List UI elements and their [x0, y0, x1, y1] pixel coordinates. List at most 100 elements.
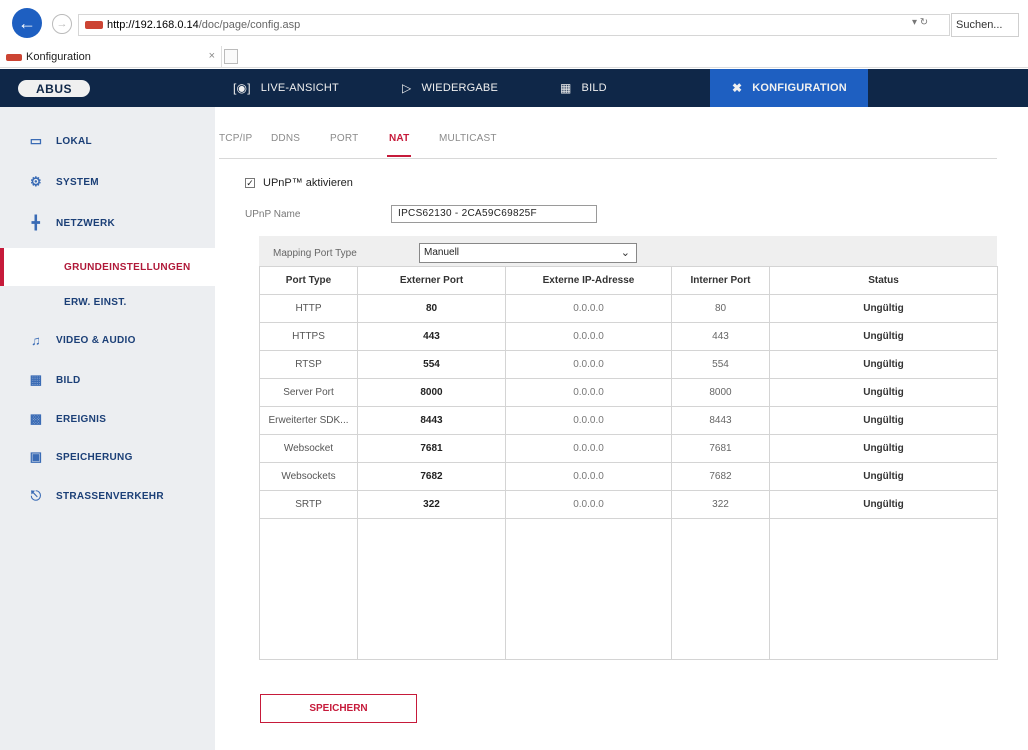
calendar-icon: ▩ [29, 411, 43, 426]
cell-internal-port: 8000 [671, 378, 770, 407]
port-mapping-panel: Mapping Port Type Manuell ⌄ Port Type Ex… [259, 236, 998, 660]
network-icon: ╋ [31, 215, 41, 230]
cell-external-ip: 0.0.0.0 [505, 406, 672, 435]
save-disk-icon: ▣ [29, 449, 43, 464]
cell-internal-port: 443 [671, 322, 770, 351]
empty-cell [505, 518, 672, 660]
monitor-icon: ▭ [29, 133, 43, 148]
table-empty-area [259, 518, 998, 660]
nav-label: KONFIGURATION [752, 82, 847, 94]
sidebar-item-strassenverkehr[interactable]: ⎋ STRAßENVERKEHR [0, 481, 215, 511]
play-icon: ▷ [402, 81, 412, 95]
table-row: Websocket 7681 0.0.0.0 7681 Ungültig [259, 434, 998, 463]
sidebar: ▭ LOKAL ⚙ SYSTEM ╋ NETZWERK GRUNDEINSTEL… [0, 107, 215, 750]
sidebar-item-label: GRUNDEINSTELLUNGEN [64, 261, 191, 273]
mapping-selected-value: Manuell [424, 247, 460, 258]
sidebar-item-label: NETZWERK [56, 217, 116, 229]
cell-port-type: RTSP [259, 350, 358, 379]
cell-external-port[interactable]: 80 [357, 294, 506, 323]
sidebar-item-bild[interactable]: ▦ BILD [0, 365, 215, 395]
cell-status: Ungültig [769, 294, 998, 323]
forward-arrow-icon[interactable]: → [52, 14, 72, 34]
url-field[interactable]: http://192.168.0.14/doc/page/config.asp [78, 14, 950, 36]
table-row: Websockets 7682 0.0.0.0 7682 Ungültig [259, 462, 998, 491]
table-row: HTTP 80 0.0.0.0 80 Ungültig [259, 294, 998, 323]
new-tab-icon[interactable] [224, 49, 238, 64]
cell-external-port[interactable]: 8443 [357, 406, 506, 435]
sidebar-item-system[interactable]: ⚙ SYSTEM [0, 167, 215, 197]
nav-image[interactable]: ▦ BILD [560, 69, 607, 107]
cell-external-port[interactable]: 7681 [357, 434, 506, 463]
cell-external-port[interactable]: 7682 [357, 462, 506, 491]
cell-port-type: HTTP [259, 294, 358, 323]
cell-port-type: HTTPS [259, 322, 358, 351]
cell-internal-port: 8443 [671, 406, 770, 435]
nav-playback[interactable]: ▷ WIEDERGABE [402, 69, 498, 107]
tab-tcpip[interactable]: TCP/IP [219, 133, 252, 144]
live-view-icon: [◉] [233, 81, 251, 95]
sidebar-item-label: BILD [56, 374, 81, 386]
nav-label: LIVE-ANSICHT [260, 82, 339, 94]
tab-port[interactable]: PORT [330, 133, 358, 144]
sidebar-item-label: LOKAL [56, 135, 92, 147]
cell-external-port[interactable]: 8000 [357, 378, 506, 407]
cell-external-ip: 0.0.0.0 [505, 434, 672, 463]
browser-search-input[interactable]: Suchen... [951, 13, 1019, 37]
sidebar-item-label: SYSTEM [56, 176, 99, 188]
cell-status: Ungültig [769, 434, 998, 463]
sidebar-item-video-audio[interactable]: ♫ VIDEO & AUDIO [0, 325, 215, 355]
sidebar-item-ereignis[interactable]: ▩ EREIGNIS [0, 404, 215, 434]
nav-live-view[interactable]: [◉] LIVE-ANSICHT [233, 69, 339, 107]
url-path: /doc/page/config.asp [198, 19, 301, 31]
car-icon: ⎋ [30, 488, 42, 503]
sidebar-item-speicherung[interactable]: ▣ SPEICHERUNG [0, 442, 215, 472]
back-arrow-icon[interactable]: ← [12, 8, 42, 38]
sidebar-item-erw-einst[interactable]: ERW. EINST. [0, 287, 215, 317]
mapping-port-type-label: Mapping Port Type [273, 247, 357, 259]
header-internal-port: Interner Port [671, 266, 770, 295]
refresh-icon[interactable]: ▾ ↻ [912, 17, 928, 28]
tab-nat[interactable]: NAT [386, 133, 412, 157]
cell-internal-port: 80 [671, 294, 770, 323]
cell-internal-port: 322 [671, 490, 770, 519]
close-icon[interactable]: × [209, 50, 215, 62]
cell-external-port[interactable]: 322 [357, 490, 506, 519]
cell-external-ip: 0.0.0.0 [505, 462, 672, 491]
main-content: TCP/IP DDNS PORT NAT MULTICAST ✓ UPnP™ a… [215, 107, 1028, 750]
empty-cell [769, 518, 998, 660]
header-status: Status [769, 266, 998, 295]
empty-cell [671, 518, 770, 660]
browser-tab-strip: Konfiguration × [0, 46, 1028, 68]
app-header: ABUS [◉] LIVE-ANSICHT ▷ WIEDERGABE ▦ BIL… [0, 69, 1028, 107]
tab-multicast[interactable]: MULTICAST [439, 133, 497, 144]
image-icon: ▦ [560, 81, 572, 95]
sidebar-item-label: STRAßENVERKEHR [56, 490, 164, 502]
table-row: SRTP 322 0.0.0.0 322 Ungültig [259, 490, 998, 519]
mapping-port-type-row: Mapping Port Type Manuell ⌄ [259, 242, 637, 264]
cell-external-port[interactable]: 554 [357, 350, 506, 379]
tab-ddns[interactable]: DDNS [271, 133, 300, 144]
url-host: http://192.168.0.14 [107, 19, 199, 31]
upnp-enable-checkbox[interactable]: ✓ [245, 178, 255, 188]
browser-tab[interactable]: Konfiguration × [0, 46, 222, 68]
sidebar-item-grundeinstellungen[interactable]: GRUNDEINSTELLUNGEN [0, 248, 215, 286]
upnp-enable-row: ✓ UPnP™ aktivieren [245, 177, 353, 189]
sidebar-item-label: SPEICHERUNG [56, 451, 133, 463]
mapping-port-type-select[interactable]: Manuell ⌄ [419, 243, 637, 263]
table-row: Erweiterter SDK... 8443 0.0.0.0 8443 Ung… [259, 406, 998, 435]
cell-external-ip: 0.0.0.0 [505, 378, 672, 407]
upnp-name-input[interactable]: IPCS62130 - 2CA59C69825F [391, 205, 597, 223]
header-external-ip: Externe IP-Adresse [505, 266, 672, 295]
nav-configuration[interactable]: ✖ KONFIGURATION [710, 69, 868, 107]
browser-address-bar: ← → http://192.168.0.14/doc/page/config.… [0, 0, 1028, 44]
cell-external-ip: 0.0.0.0 [505, 322, 672, 351]
header-port-type: Port Type [259, 266, 358, 295]
abus-logo: ABUS [18, 80, 90, 97]
cell-external-ip: 0.0.0.0 [505, 294, 672, 323]
cell-external-port[interactable]: 443 [357, 322, 506, 351]
sidebar-item-netzwerk[interactable]: ╋ NETZWERK [0, 208, 215, 238]
sidebar-item-lokal[interactable]: ▭ LOKAL [0, 126, 215, 156]
cell-port-type: Erweiterter SDK... [259, 406, 358, 435]
cell-port-type: Server Port [259, 378, 358, 407]
save-button[interactable]: SPEICHERN [260, 694, 417, 723]
